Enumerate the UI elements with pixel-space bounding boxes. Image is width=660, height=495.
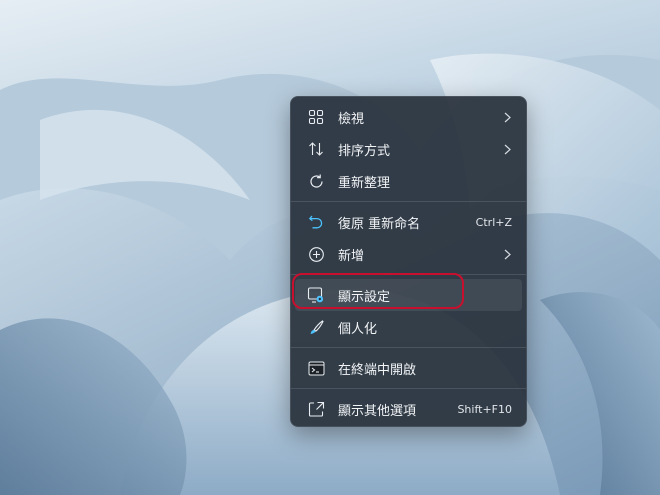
menu-separator xyxy=(291,347,526,348)
chevron-right-icon xyxy=(502,143,512,155)
desktop[interactable]: 檢視 排序方式 重新整理 復原 重新命名 Ctrl+Z 新增 顯示設定 個人化 … xyxy=(0,0,660,495)
menu-item-label: 顯示其他選項 xyxy=(338,403,417,419)
menu-item-open-in-terminal[interactable]: 在終端中開啟 xyxy=(295,352,522,384)
menu-item-refresh[interactable]: 重新整理 xyxy=(295,165,522,197)
chevron-right-icon xyxy=(502,248,512,260)
context-menu: 檢視 排序方式 重新整理 復原 重新命名 Ctrl+Z 新增 顯示設定 個人化 … xyxy=(290,96,527,427)
menu-item-label: 顯示設定 xyxy=(338,289,391,305)
menu-item-display-settings[interactable]: 顯示設定 xyxy=(295,279,522,311)
menu-item-label: 在終端中開啟 xyxy=(338,362,417,378)
chevron-right-icon xyxy=(502,111,512,123)
menu-separator xyxy=(291,201,526,202)
menu-item-show-more-options[interactable]: 顯示其他選項 Shift+F10 xyxy=(295,393,522,425)
menu-separator xyxy=(291,274,526,275)
undo-icon xyxy=(306,212,326,232)
menu-item-label: 個人化 xyxy=(338,321,378,337)
menu-item-label: 排序方式 xyxy=(338,143,391,159)
shortcut-text: Ctrl+Z xyxy=(475,215,512,229)
menu-item-label: 新增 xyxy=(338,248,365,264)
menu-item-view[interactable]: 檢視 xyxy=(295,101,522,133)
refresh-icon xyxy=(306,171,326,191)
terminal-icon xyxy=(306,358,326,378)
menu-item-undo-rename[interactable]: 復原 重新命名 Ctrl+Z xyxy=(295,206,522,238)
menu-item-personalize[interactable]: 個人化 xyxy=(295,311,522,343)
shortcut-text: Shift+F10 xyxy=(457,402,512,416)
sort-arrows-icon xyxy=(306,139,326,159)
menu-item-sort-by[interactable]: 排序方式 xyxy=(295,133,522,165)
add-circle-icon xyxy=(306,244,326,264)
display-settings-icon xyxy=(306,285,326,305)
menu-item-label: 檢視 xyxy=(338,111,365,127)
more-options-icon xyxy=(306,399,326,419)
menu-separator xyxy=(291,388,526,389)
brush-icon xyxy=(306,317,326,337)
menu-item-new[interactable]: 新增 xyxy=(295,238,522,270)
menu-item-label: 復原 重新命名 xyxy=(338,216,421,232)
menu-item-label: 重新整理 xyxy=(338,175,391,191)
view-grid-icon xyxy=(306,107,326,127)
